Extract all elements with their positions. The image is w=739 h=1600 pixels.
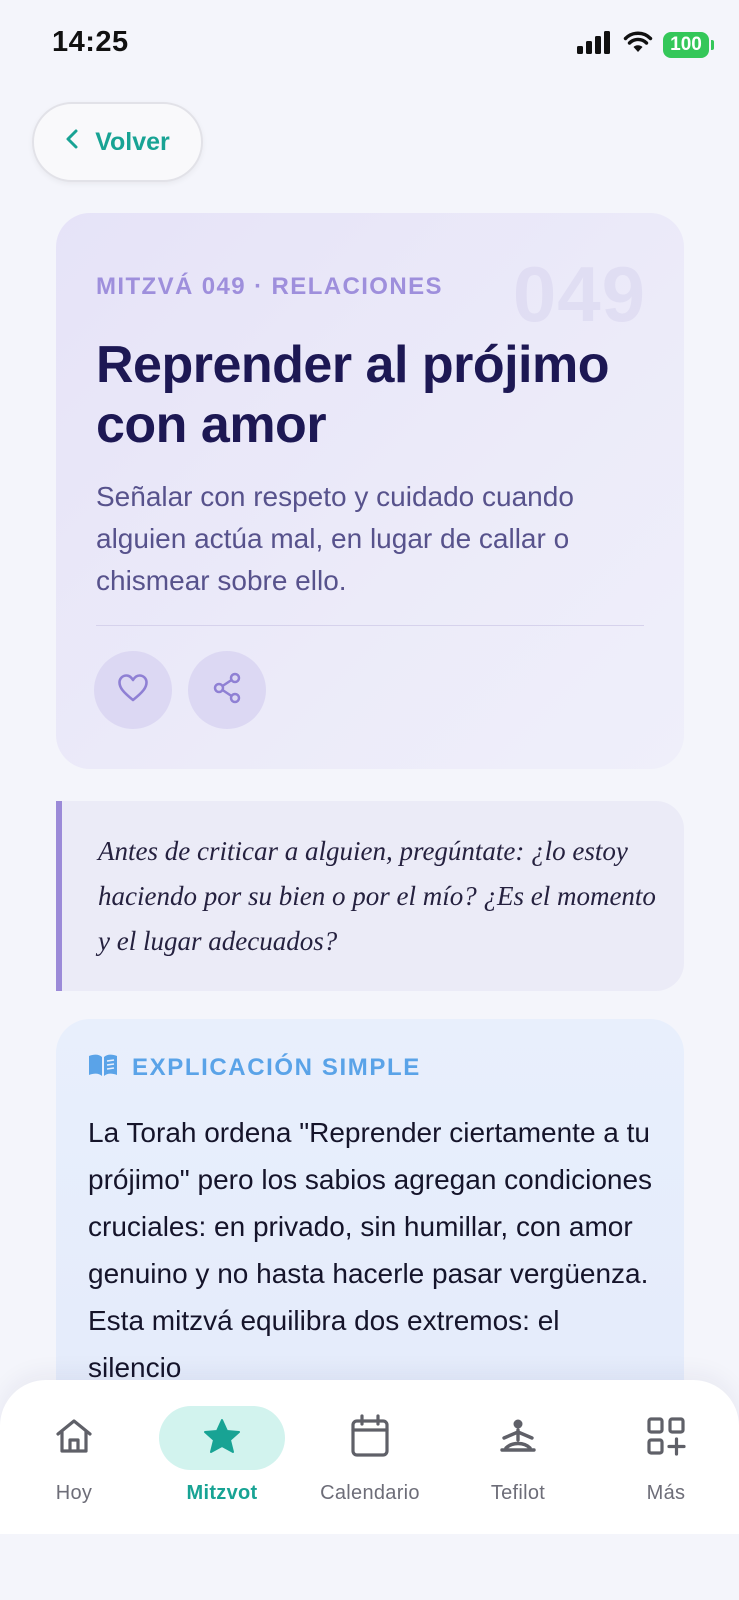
- status-time: 14:25: [52, 26, 129, 58]
- heart-icon: [117, 673, 149, 708]
- chevron-left-icon: [65, 128, 79, 157]
- grid-plus-icon: [646, 1416, 686, 1461]
- calendar-icon: [350, 1413, 390, 1463]
- bottom-navigation: Hoy Mitzvot Calendario Tefilot Más: [0, 1380, 739, 1534]
- reflection-quote-card: Antes de criticar a alguien, pregúntate:…: [56, 801, 684, 991]
- back-label: Volver: [95, 127, 170, 156]
- favorite-button[interactable]: [94, 651, 172, 729]
- battery-indicator: 100: [663, 31, 714, 58]
- status-icons: 100: [577, 30, 714, 59]
- nav-label-calendario: Calendario: [320, 1482, 420, 1504]
- home-icon: [54, 1417, 94, 1460]
- star-icon: [203, 1418, 241, 1459]
- nav-label-tefilot: Tefilot: [490, 1482, 546, 1504]
- nav-item-hoy[interactable]: Hoy: [4, 1406, 144, 1516]
- mitzva-number-watermark: 049: [512, 250, 646, 338]
- nav-item-mitzvot[interactable]: Mitzvot: [152, 1406, 292, 1516]
- mitzva-kicker: MITZVÁ 049 · RELACIONES: [96, 273, 443, 300]
- nav-item-mas[interactable]: Más: [596, 1406, 736, 1516]
- nav-label-hoy: Hoy: [55, 1482, 93, 1504]
- reflection-quote: Antes de criticar a alguien, pregúntate:…: [98, 836, 656, 956]
- wifi-icon: [623, 30, 653, 59]
- mitzva-description: Señalar con respeto y cuidado cuando alg…: [96, 481, 574, 596]
- explanation-title: EXPLICACIÓN SIMPLE: [132, 1053, 421, 1081]
- home-indicator-area: [0, 1534, 739, 1600]
- nav-item-tefilot[interactable]: Tefilot: [448, 1406, 588, 1516]
- signal-icon: [577, 30, 613, 59]
- mitzva-hero-card: 049 MITZVÁ 049 · RELACIONES Reprender al…: [56, 213, 684, 769]
- nav-label-mitzvot: Mitzvot: [186, 1482, 258, 1504]
- open-book-icon: [88, 1053, 118, 1082]
- explanation-header: EXPLICACIÓN SIMPLE: [88, 1053, 421, 1082]
- page-title: Reprender al prójimo con amor: [96, 336, 610, 454]
- explanation-body: La Torah ordena "Reprender ciertamente a…: [88, 1117, 653, 1383]
- divider: [96, 625, 644, 626]
- share-button[interactable]: [188, 651, 266, 729]
- back-button[interactable]: Volver: [32, 102, 203, 182]
- status-bar: 14:25 100: [0, 0, 739, 90]
- nav-item-calendario[interactable]: Calendario: [300, 1406, 440, 1516]
- share-icon: [212, 672, 242, 709]
- nav-label-mas: Más: [646, 1482, 686, 1504]
- prayer-icon: [498, 1418, 538, 1459]
